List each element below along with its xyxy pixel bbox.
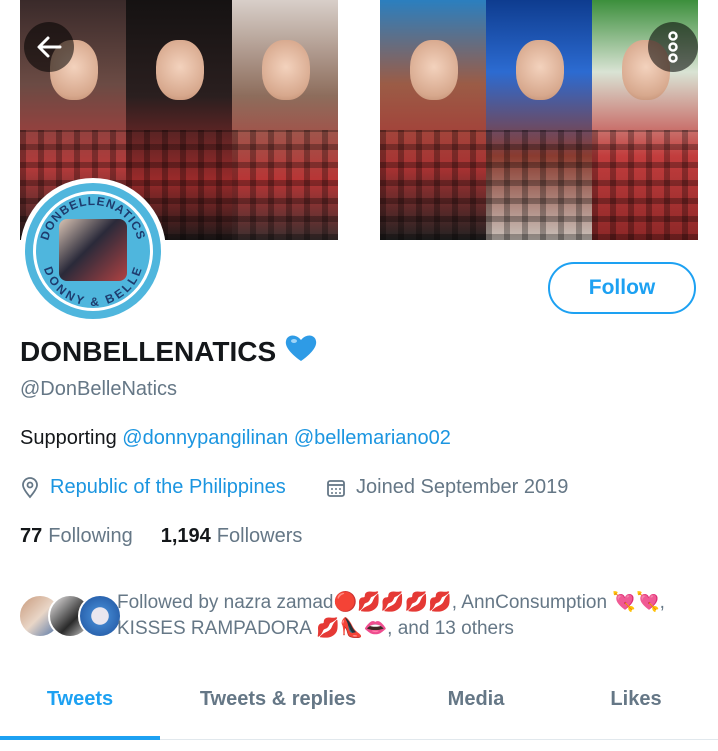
avatar-badge-text: DONBELLENATICS DONNY & BELLE xyxy=(37,194,148,309)
mention-link[interactable]: @bellemariano02 xyxy=(294,427,451,449)
mention-link[interactable]: @donnypangilinan xyxy=(122,427,288,449)
profile-name: DONBELLENATICS xyxy=(20,335,277,367)
followed-by-section[interactable]: Followed by nazra zamad🔴💋💋💋💋, AnnConsump… xyxy=(18,590,708,640)
profile-name-row: DONBELLENATICS xyxy=(20,333,318,370)
follower-avatar xyxy=(78,594,122,638)
following-stat[interactable]: 77 Following xyxy=(20,525,133,548)
banner-photo xyxy=(486,0,592,240)
following-label: Following xyxy=(48,525,133,547)
more-vertical-icon xyxy=(668,31,678,63)
back-button[interactable] xyxy=(24,22,74,72)
tab-media[interactable]: Media xyxy=(416,688,536,711)
profile-location: Republic of the Philippines xyxy=(20,476,286,499)
calendar-icon xyxy=(327,479,345,497)
more-options-button[interactable] xyxy=(648,22,698,72)
location-pin-icon xyxy=(22,476,38,498)
followers-label: Followers xyxy=(216,525,303,547)
avatar-image: DONBELLENATICS DONNY & BELLE xyxy=(25,183,161,319)
tab-tweets-replies[interactable]: Tweets & replies xyxy=(178,688,378,711)
tab-tweets[interactable]: Tweets xyxy=(0,688,160,711)
follow-button[interactable]: Follow xyxy=(548,262,696,314)
svg-text:DONBELLENATICS: DONBELLENATICS xyxy=(37,194,148,242)
banner-photo xyxy=(232,0,338,240)
profile-avatar[interactable]: DONBELLENATICS DONNY & BELLE xyxy=(20,178,166,324)
svg-text:DONNY & BELLE: DONNY & BELLE xyxy=(41,265,145,309)
banner-photo xyxy=(380,0,486,240)
profile-joined: Joined September 2019 xyxy=(326,476,568,499)
active-tab-indicator xyxy=(0,736,160,740)
following-count: 77 xyxy=(20,525,43,547)
followers-count: 1,194 xyxy=(160,525,211,547)
profile-tabs: Tweets Tweets & replies Media Likes xyxy=(0,680,718,740)
blue-heart-icon xyxy=(284,333,318,370)
followed-by-text: Followed by nazra zamad🔴💋💋💋💋, AnnConsump… xyxy=(117,592,665,639)
tab-likes[interactable]: Likes xyxy=(576,688,696,711)
profile-stats: 77 Following 1,194 Followers xyxy=(20,525,330,548)
profile-handle: @DonBelleNatics xyxy=(20,378,178,400)
back-arrow-icon xyxy=(37,36,62,58)
followers-stat[interactable]: 1,194 Followers xyxy=(161,525,303,548)
location-link[interactable]: Republic of the Philippines xyxy=(50,476,286,499)
profile-bio: Supporting @donnypangilinan @bellemarian… xyxy=(20,427,451,449)
